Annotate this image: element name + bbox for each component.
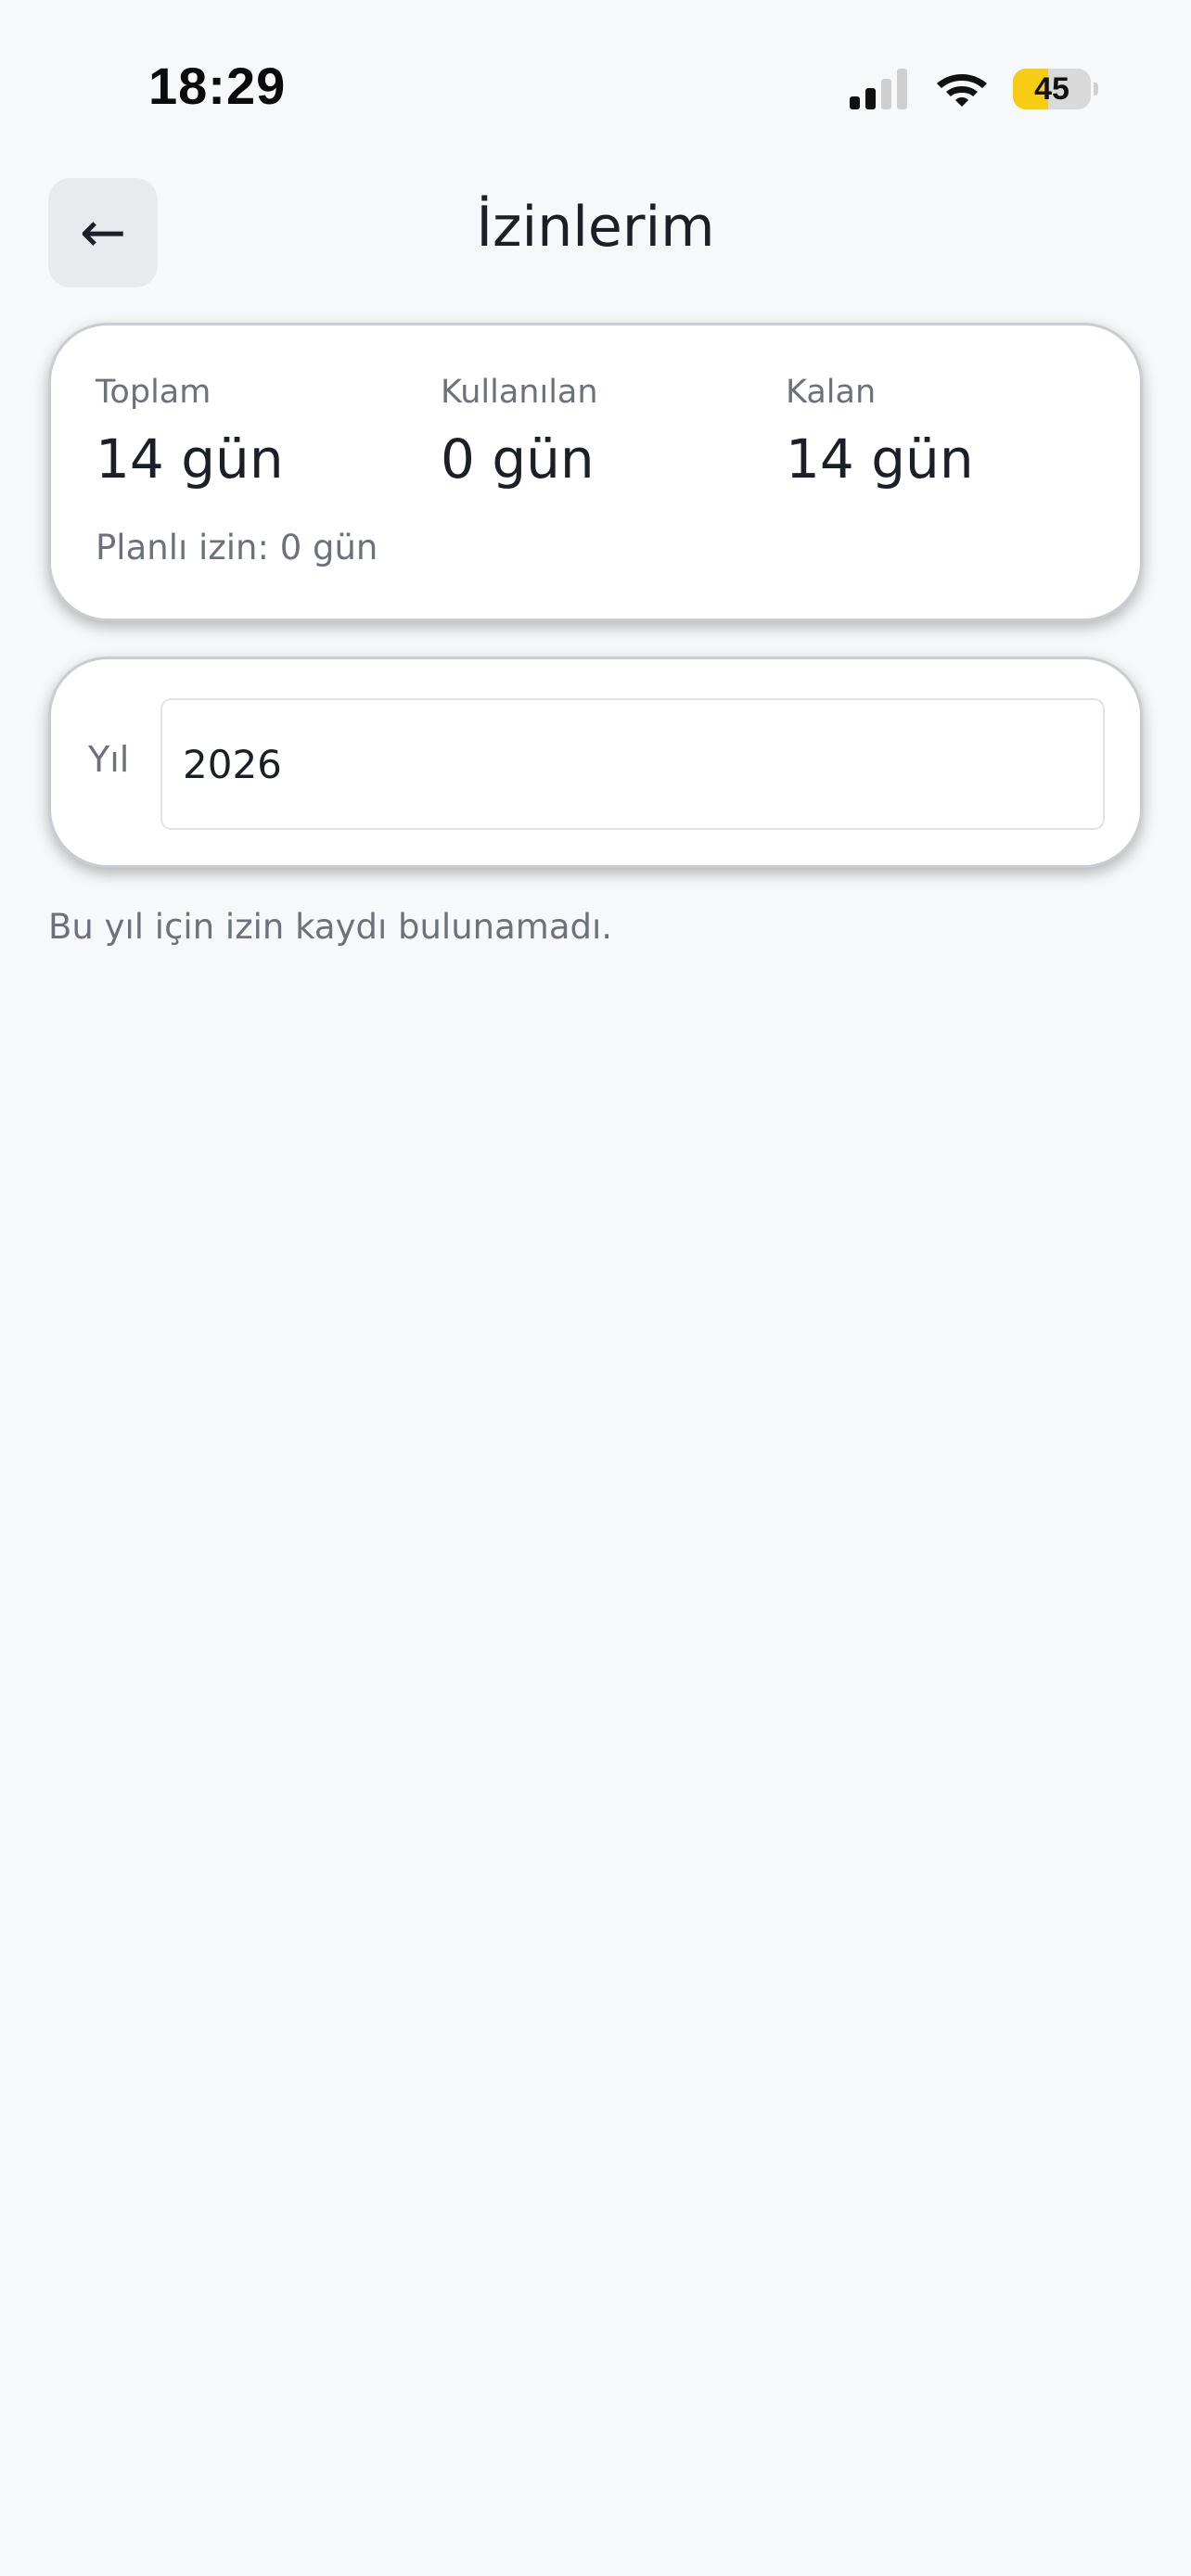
total-stat: Toplam 14 gün: [96, 374, 284, 489]
battery-level-text: 45: [1034, 71, 1069, 107]
status-time: 18:29: [148, 57, 287, 115]
cellular-signal-icon: [850, 69, 911, 109]
planned-leave-text: Planlı izin: 0 gün: [96, 528, 378, 567]
year-filter-card: Yıl: [48, 657, 1143, 868]
status-bar: 18:29 45: [0, 0, 1191, 139]
wifi-icon: [935, 69, 989, 109]
year-input[interactable]: [160, 698, 1105, 830]
remaining-label: Kalan: [786, 374, 877, 411]
used-stat: Kullanılan 0 gün: [441, 374, 598, 489]
used-label: Kullanılan: [441, 374, 598, 411]
status-icons: 45: [850, 63, 1098, 115]
remaining-stat: Kalan 14 gün: [786, 374, 974, 489]
total-label: Toplam: [96, 374, 211, 411]
year-label: Yıl: [88, 739, 130, 780]
empty-state-message: Bu yıl için izin kaydı bulunamadı.: [48, 907, 613, 947]
battery-icon: 45: [1013, 69, 1098, 109]
total-value: 14 gün: [96, 427, 284, 491]
remaining-value: 14 gün: [786, 427, 974, 491]
used-value: 0 gün: [441, 427, 595, 491]
leave-summary-card: Toplam 14 gün Kullanılan 0 gün Kalan 14 …: [48, 323, 1143, 621]
page-title: İzinlerim: [476, 195, 715, 260]
